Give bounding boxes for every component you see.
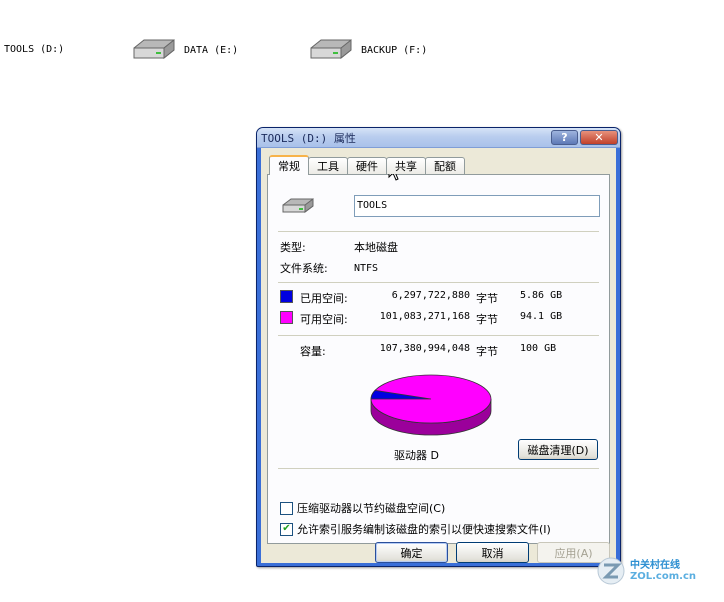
drive-tools[interactable]: TOOLS (D:) bbox=[4, 44, 64, 55]
tab-sharing[interactable]: 共享 bbox=[386, 157, 426, 174]
drive-label: TOOLS (D:) bbox=[4, 44, 65, 55]
ok-button[interactable]: 确定 bbox=[375, 542, 448, 563]
capacity-gb: 100 GB bbox=[520, 343, 557, 354]
hard-drive-icon bbox=[133, 38, 175, 60]
tab-tools[interactable]: 工具 bbox=[308, 157, 348, 174]
hard-drive-icon bbox=[310, 38, 352, 60]
help-button[interactable]: ? bbox=[551, 130, 578, 145]
drive-letter-label: 驱动器 D bbox=[394, 449, 439, 462]
watermark-cn: 中关村在线 bbox=[630, 560, 680, 571]
index-checkbox[interactable]: ✔ bbox=[280, 522, 293, 536]
separator bbox=[278, 468, 599, 469]
free-space-gb: 94.1 GB bbox=[520, 311, 563, 322]
free-space-label: 可用空间: bbox=[300, 313, 348, 326]
properties-dialog: TOOLS (D:) 属性 ? ✕ 常规 工具 硬件 共享 配额 TOOLS 类… bbox=[256, 127, 621, 567]
free-space-row: 可用空间: 101,083,271,168 字节 94.1 GB bbox=[280, 310, 580, 326]
used-space-gb: 5.86 GB bbox=[520, 290, 563, 301]
general-panel: TOOLS 类型: 本地磁盘 文件系统: NTFS 已用空间: 6,297,72… bbox=[267, 174, 610, 544]
used-color-swatch bbox=[280, 290, 293, 303]
separator bbox=[278, 282, 599, 283]
capacity-unit: 字节 bbox=[476, 345, 498, 358]
cancel-button[interactable]: 取消 bbox=[456, 542, 529, 563]
close-button[interactable]: ✕ bbox=[580, 130, 618, 145]
drive-data[interactable]: DATA (E:) bbox=[130, 36, 238, 64]
volume-name-input[interactable]: TOOLS bbox=[354, 195, 600, 217]
separator bbox=[278, 231, 599, 232]
drive-label: DATA (E:) bbox=[184, 44, 239, 56]
used-space-label: 已用空间: bbox=[300, 292, 348, 305]
tab-general[interactable]: 常规 bbox=[269, 155, 309, 175]
watermark-url: ZOL.com.cn bbox=[630, 571, 696, 582]
filesystem-label: 文件系统: bbox=[280, 262, 328, 275]
title-buttons: ? ✕ bbox=[551, 130, 618, 145]
tab-hardware[interactable]: 硬件 bbox=[347, 157, 387, 174]
tab-strip: 常规 工具 硬件 共享 配额 bbox=[267, 154, 610, 175]
free-color-swatch bbox=[280, 311, 293, 324]
capacity-label: 容量: bbox=[300, 345, 326, 358]
capacity-row: 容量: 107,380,994,048 字节 100 GB bbox=[280, 342, 580, 358]
drive-label: BACKUP (F:) bbox=[361, 44, 428, 56]
zol-watermark: 中关村在线 ZOL.com.cn bbox=[596, 556, 696, 586]
separator bbox=[278, 335, 599, 336]
type-row: 类型: 本地磁盘 bbox=[280, 240, 398, 254]
free-space-bytes: 101,083,271,168 bbox=[379, 311, 470, 322]
dialog-client: 常规 工具 硬件 共享 配额 TOOLS 类型: 本地磁盘 文件系统: NTFS… bbox=[261, 148, 616, 563]
compress-checkbox[interactable] bbox=[280, 501, 293, 515]
used-space-unit: 字节 bbox=[476, 292, 498, 305]
filesystem-row: 文件系统: NTFS bbox=[280, 261, 378, 275]
zol-logo-icon bbox=[597, 557, 625, 585]
index-label: 允许索引服务编制该磁盘的索引以便快速搜索文件(I) bbox=[297, 523, 551, 536]
used-space-row: 已用空间: 6,297,722,880 字节 5.86 GB bbox=[280, 289, 580, 305]
disk-usage-pie bbox=[368, 371, 494, 440]
drive-backup[interactable]: BACKUP (F:) bbox=[307, 36, 427, 64]
window-title: TOOLS (D:) 属性 bbox=[261, 131, 356, 145]
used-space-bytes: 6,297,722,880 bbox=[391, 290, 470, 301]
dialog-buttons: 确定 取消 应用(A) bbox=[261, 542, 616, 563]
compress-option[interactable]: 压缩驱动器以节约磁盘空间(C) bbox=[280, 500, 445, 516]
hard-drive-icon bbox=[282, 198, 314, 213]
filesystem-value: NTFS bbox=[354, 262, 379, 274]
tab-quota[interactable]: 配额 bbox=[425, 157, 465, 174]
index-option[interactable]: ✔ 允许索引服务编制该磁盘的索引以便快速搜索文件(I) bbox=[280, 521, 551, 537]
volume-name-row: TOOLS bbox=[280, 195, 600, 221]
type-label: 类型: bbox=[280, 241, 306, 254]
title-bar[interactable]: TOOLS (D:) 属性 ? ✕ bbox=[257, 128, 620, 148]
type-value: 本地磁盘 bbox=[354, 241, 398, 254]
compress-label: 压缩驱动器以节约磁盘空间(C) bbox=[297, 502, 446, 515]
capacity-bytes: 107,380,994,048 bbox=[379, 343, 470, 354]
free-space-unit: 字节 bbox=[476, 313, 498, 326]
disk-cleanup-button[interactable]: 磁盘清理(D) bbox=[518, 439, 598, 460]
